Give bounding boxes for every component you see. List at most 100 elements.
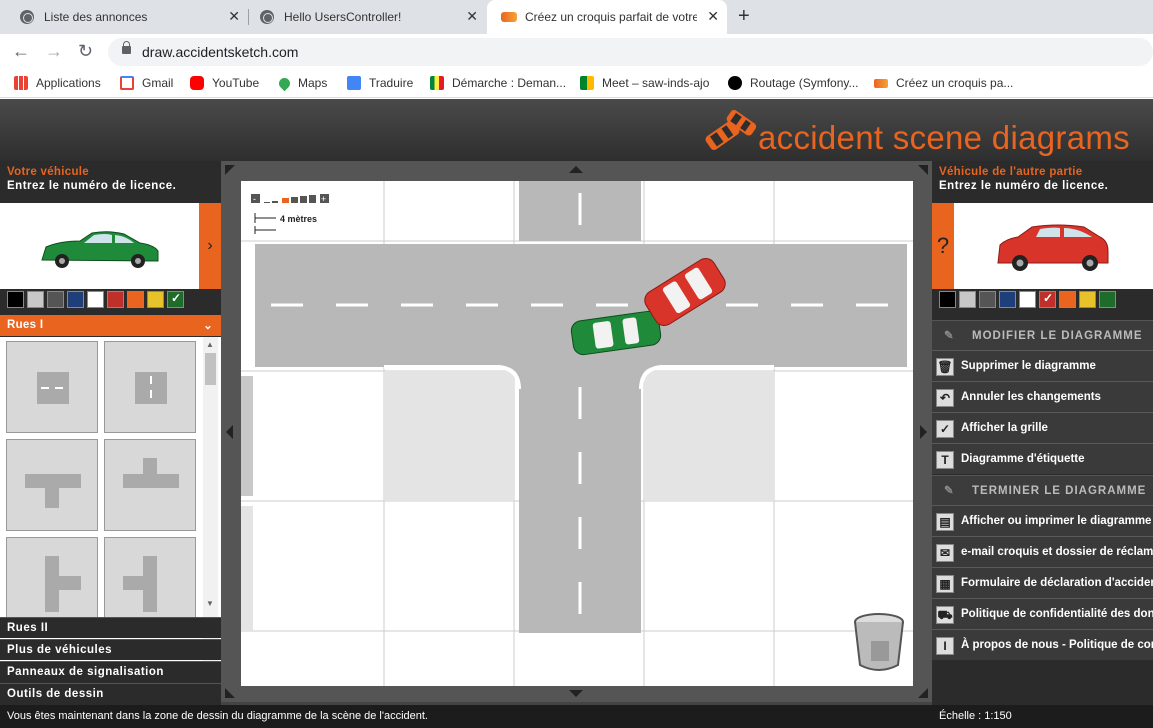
color-swatch[interactable]: [87, 291, 104, 308]
finish-item[interactable]: ▤ Afficher ou imprimer le diagramme: [932, 505, 1153, 536]
undo-icon: ↶: [936, 389, 954, 407]
trash-icon: 🗑: [936, 358, 954, 376]
street-tile-t-down[interactable]: [6, 439, 98, 531]
bookmark-youtube[interactable]: YouTube: [190, 76, 259, 90]
zoom-minus-label: -: [253, 194, 256, 204]
omnibox[interactable]: draw.accidentsketch.com: [108, 38, 1153, 66]
scroll-down-icon[interactable]: ▼: [206, 599, 214, 608]
color-swatch[interactable]: [107, 291, 124, 308]
forward-icon[interactable]: →: [45, 42, 63, 60]
finish-item[interactable]: ▦ Formulaire de déclaration d'accident: [932, 567, 1153, 598]
lock-icon: [122, 41, 131, 54]
menu-item-label: Formulaire de déclaration d'accident: [961, 577, 1153, 589]
section-rues-1[interactable]: Rues I ⌄: [0, 315, 221, 336]
license-prompt[interactable]: Entrez le numéro de licence.: [0, 178, 221, 194]
menu-item-label: Afficher ou imprimer le diagramme: [961, 515, 1152, 527]
browser-tab-active[interactable]: Créez un croquis parfait de votre ✕: [487, 0, 727, 34]
other-color-swatch[interactable]: [1019, 291, 1036, 308]
expand-vehicle-button[interactable]: ›: [199, 203, 221, 289]
drawing-canvas[interactable]: - + 4 mètres: [241, 181, 913, 686]
right-panel: Véhicule de l'autre partie Entrez le num…: [932, 161, 1153, 728]
section-road-signs[interactable]: Panneaux de signalisation: [0, 661, 221, 682]
menu-item-label: Politique de confidentialité des données: [961, 608, 1153, 620]
pan-left-arrow-icon[interactable]: [226, 425, 233, 439]
street-tile-t-left[interactable]: [104, 537, 196, 629]
other-color-swatch[interactable]: [979, 291, 996, 308]
bookmark-applications[interactable]: Applications: [14, 76, 101, 90]
scale-label: 4 mètres: [280, 214, 317, 224]
pan-right-arrow-icon[interactable]: [920, 425, 927, 439]
other-color-swatch[interactable]: [939, 291, 956, 308]
other-color-swatch[interactable]: [1059, 291, 1076, 308]
bookmark-meet[interactable]: Meet – saw-inds-ajo: [580, 76, 709, 90]
finish-item[interactable]: ⛟ Politique de confidentialité des donnée…: [932, 598, 1153, 629]
edge-strip: [241, 376, 253, 496]
browser-tab[interactable]: Hello UsersController! ✕: [240, 0, 486, 34]
corner-br-icon: [918, 688, 928, 698]
street-tile-t-right[interactable]: [6, 537, 98, 629]
other-color-swatch[interactable]: [1099, 291, 1116, 308]
bookmark-gmail[interactable]: Gmail: [120, 76, 173, 90]
translate-icon: [347, 76, 361, 90]
bookmark-maps[interactable]: Maps: [276, 75, 327, 91]
modify-item[interactable]: 🗑 Supprimer le diagramme: [932, 350, 1153, 381]
back-icon[interactable]: ←: [12, 42, 30, 60]
modify-item[interactable]: T Diagramme d'étiquette: [932, 443, 1153, 474]
reload-icon[interactable]: ↻: [78, 42, 93, 60]
other-color-swatch[interactable]: ✓: [1039, 291, 1056, 308]
section-drawing-tools[interactable]: Outils de dessin: [0, 683, 221, 704]
url-text[interactable]: draw.accidentsketch.com: [142, 44, 298, 60]
browser-tab[interactable]: Liste des annonces ✕: [0, 0, 248, 34]
modify-item[interactable]: ↶ Annuler les changements: [932, 381, 1153, 412]
modify-item[interactable]: ✓ Afficher la grille: [932, 412, 1153, 443]
finish-item[interactable]: I À propos de nous - Politique de confide…: [932, 629, 1153, 660]
zoom-plus-label: +: [321, 194, 326, 204]
your-vehicle-box[interactable]: ›: [0, 203, 221, 289]
color-swatch[interactable]: [47, 291, 64, 308]
license-prompt-other[interactable]: Entrez le numéro de licence.: [932, 178, 1153, 194]
scroll-thumb[interactable]: [205, 353, 216, 385]
color-swatch[interactable]: ✓: [167, 291, 184, 308]
symfony-icon: [728, 76, 742, 90]
trash-can-icon[interactable]: [854, 613, 904, 671]
color-swatch[interactable]: [127, 291, 144, 308]
bookmark-routage[interactable]: Routage (Symfony...: [728, 76, 859, 90]
street-tile-horizontal[interactable]: [6, 341, 98, 433]
color-swatch[interactable]: [147, 291, 164, 308]
color-swatches: ✓: [0, 291, 184, 311]
other-color-swatch[interactable]: [1079, 291, 1096, 308]
bookmark-croquis[interactable]: Créez un croquis pa...: [874, 76, 1013, 90]
color-swatch[interactable]: [67, 291, 84, 308]
scale-readout: Échelle : 1:150: [939, 710, 1012, 722]
close-tab-icon[interactable]: ✕: [228, 9, 240, 23]
pan-up-arrow-icon[interactable]: [569, 166, 583, 173]
tab-title: Hello UsersController!: [284, 10, 402, 24]
header-label: TERMINER LE DIAGRAMME: [972, 485, 1147, 497]
color-swatch[interactable]: [7, 291, 24, 308]
other-color-swatch[interactable]: [999, 291, 1016, 308]
pan-down-arrow-icon[interactable]: [569, 690, 583, 697]
other-color-swatch[interactable]: [959, 291, 976, 308]
tab-title: Créez un croquis parfait de votre: [525, 10, 697, 24]
tab-title: Liste des annonces: [44, 10, 148, 24]
bookmark-demarche[interactable]: Démarche : Deman...: [430, 76, 566, 90]
close-tab-icon[interactable]: ✕: [466, 9, 478, 23]
globe-icon: [20, 10, 34, 24]
section-rues-2[interactable]: Rues II: [0, 617, 221, 638]
bookmark-traduire[interactable]: Traduire: [347, 76, 413, 90]
bookmark-label: Traduire: [369, 76, 414, 90]
other-vehicle-box[interactable]: ?: [932, 203, 1153, 289]
street-tile-t-up[interactable]: [104, 439, 196, 531]
pencil-icon: ✎: [944, 485, 955, 497]
close-tab-icon[interactable]: ✕: [707, 9, 719, 23]
new-tab-icon[interactable]: +: [738, 5, 750, 28]
finish-item[interactable]: ✉ e-mail croquis et dossier de réclamatio…: [932, 536, 1153, 567]
street-tile-vertical[interactable]: [104, 341, 196, 433]
color-swatch[interactable]: [27, 291, 44, 308]
text-icon: T: [936, 451, 954, 469]
question-button[interactable]: ?: [932, 203, 954, 289]
menu-item-label: e-mail croquis et dossier de réclamation: [961, 546, 1153, 558]
section-more-vehicles[interactable]: Plus de véhicules: [0, 639, 221, 660]
mail-icon: ✉: [936, 544, 954, 562]
scroll-up-icon[interactable]: ▲: [206, 340, 214, 349]
